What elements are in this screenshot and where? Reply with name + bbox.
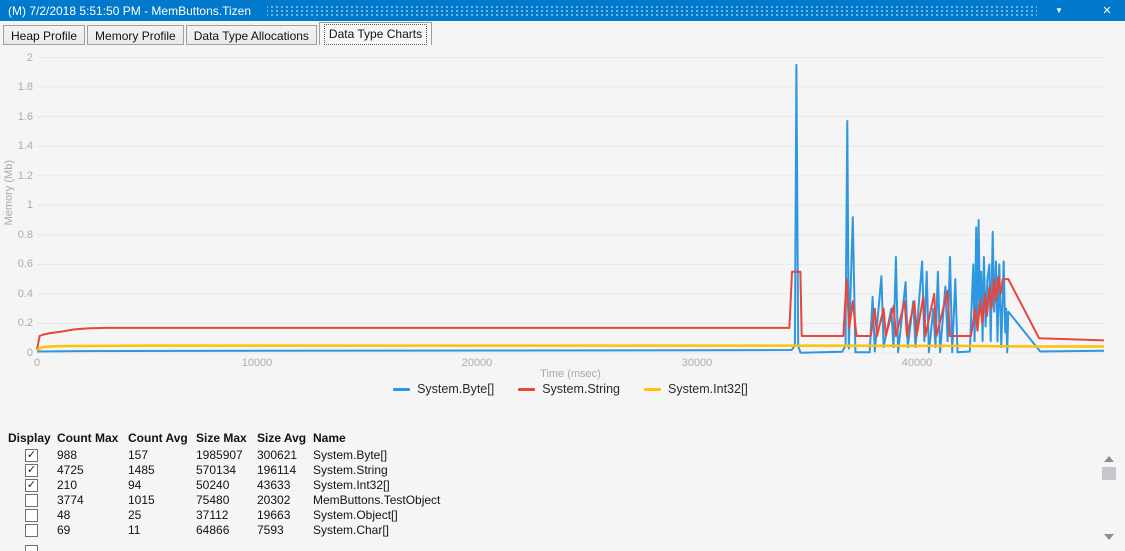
table-cell-display: ✓ [8,478,57,493]
table-cell-count-max: 210 [57,478,128,493]
table-cell-count-max: 48 [57,508,128,523]
column-header-display[interactable]: Display [8,430,57,448]
y-tick-label: 1.6 [0,111,33,123]
x-axis-title: Time (msec) [37,368,1104,380]
window-controls: ▼ ✕ [1051,3,1125,19]
table-cell-size-avg: 196114 [257,463,313,478]
table-cell-count-max: 69 [57,523,128,538]
table-cell-size-max: 570134 [196,463,257,478]
table-cell-count-avg: 94 [128,478,196,493]
column-header-name[interactable]: Name [313,430,533,448]
y-tick-label: 0.2 [0,317,33,329]
scrollbar-thumb[interactable] [1102,467,1116,480]
display-checkbox[interactable] [25,524,38,537]
legend-swatch [518,388,535,391]
display-checkbox[interactable] [25,509,38,522]
table-cell-size-max: 64866 [196,523,257,538]
table-cell-count-avg: 1485 [128,463,196,478]
table-cell-display: ✓ [8,463,57,478]
table-cell-name: System.String [313,463,533,478]
legend-label: System.String [542,382,620,396]
legend-label: System.Int32[] [668,382,748,396]
table-cell-size-avg: 20302 [257,493,313,508]
tab-memory-profile[interactable]: Memory Profile [87,25,184,45]
display-checkbox[interactable]: ✓ [25,449,38,462]
tab-heap-profile[interactable]: Heap Profile [3,25,85,45]
window-position-menu-icon[interactable]: ▼ [1051,3,1067,19]
table-cell-size-avg: 43633 [257,478,313,493]
table-cell-name: System.Int32[] [313,478,533,493]
tab-label: Data Type Charts [324,24,427,45]
table-cell-count-avg: 11 [128,523,196,538]
y-tick-label: 0.6 [0,258,33,270]
display-checkbox[interactable]: ✓ [25,479,38,492]
y-tick-label: 2 [0,52,33,64]
table-cell-size-avg: 19663 [257,508,313,523]
table-cell-size-max: 50240 [196,478,257,493]
window-titlebar[interactable]: (M) 7/2/2018 5:51:50 PM - MemButtons.Tiz… [0,0,1125,21]
column-header-size-avg[interactable]: Size Avg [257,430,313,448]
table-cell-size-max: 37112 [196,508,257,523]
table-cell-count-avg: 157 [128,448,196,463]
scroll-up-icon[interactable] [1104,456,1114,462]
table-cell-size-max: 1985907 [196,448,257,463]
series-line-system-string [37,272,1104,350]
table-cell-display [8,523,57,538]
window-title: (M) 7/2/2018 5:51:50 PM - MemButtons.Tiz… [0,4,251,18]
column-header-size-max[interactable]: Size Max [196,430,257,448]
table-cell-count-avg: 1015 [128,493,196,508]
table-cell-count-avg: 25 [128,508,196,523]
series-line-system-int32- [37,346,1104,350]
table-cell-name: System.Byte[] [313,448,533,463]
table-cell-count-max: 4725 [57,463,128,478]
y-tick-label: 1.8 [0,81,33,93]
table-cell-name: System.Object[] [313,508,533,523]
tab-strip: Heap ProfileMemory ProfileData Type Allo… [3,22,434,45]
data-type-table: DisplayCount MaxCount AvgSize MaxSize Av… [8,430,533,538]
table-cell-display: ✓ [8,448,57,463]
titlebar-grip[interactable] [267,5,1037,17]
table-cell-count-max: 988 [57,448,128,463]
close-icon[interactable]: ✕ [1099,3,1115,19]
legend-swatch [644,388,661,391]
table-cell-display [8,508,57,523]
table-cell-size-avg: 7593 [257,523,313,538]
legend-item: System.Byte[] [393,382,494,396]
column-header-count-max[interactable]: Count Max [57,430,128,448]
maximize-icon[interactable] [1075,3,1091,19]
display-checkbox[interactable]: ✓ [25,464,38,477]
table-cell-size-avg: 300621 [257,448,313,463]
table-cell-size-max: 75480 [196,493,257,508]
table-cell-name: System.Char[] [313,523,533,538]
series-line-system-byte- [37,65,1104,353]
legend-item: System.Int32[] [644,382,748,396]
table-cell-display [8,493,57,508]
legend-item: System.String [518,382,620,396]
scroll-down-icon[interactable] [1104,534,1114,540]
y-tick-label: 0.4 [0,288,33,300]
legend-swatch [393,388,410,391]
y-axis-title: Memory (Mb) [3,160,15,225]
table-cell-name: MemButtons.TestObject [313,493,533,508]
column-header-count-avg[interactable]: Count Avg [128,430,196,448]
y-tick-label: 1.4 [0,140,33,152]
chart-legend: System.Byte[] System.String System.Int32[] [37,382,1104,396]
tab-data-type-charts[interactable]: Data Type Charts [319,22,432,45]
y-tick-label: 0.8 [0,229,33,241]
partial-next-row-checkbox [25,545,38,551]
table-scrollbar[interactable] [1098,448,1120,550]
table-cell-count-max: 3774 [57,493,128,508]
display-checkbox[interactable] [25,494,38,507]
tab-data-type-allocations[interactable]: Data Type Allocations [186,25,317,45]
legend-label: System.Byte[] [417,382,494,396]
